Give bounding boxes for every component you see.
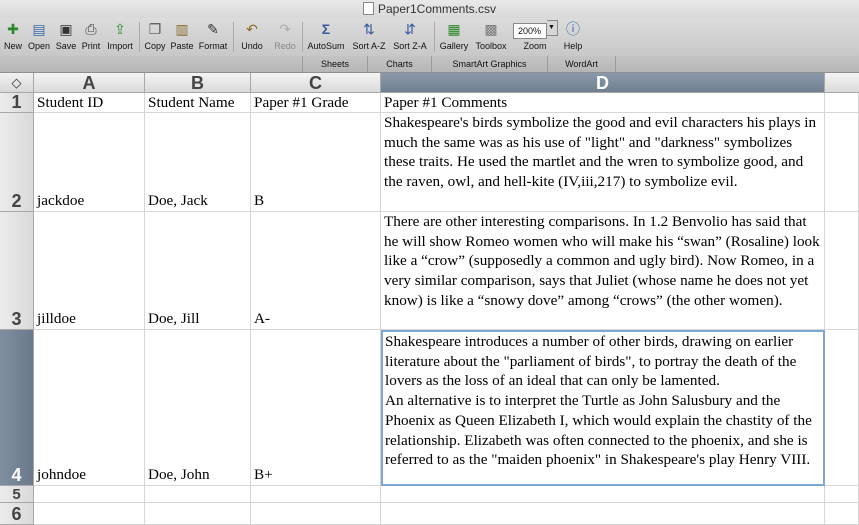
cell-a5[interactable] — [34, 486, 145, 503]
cell-d1[interactable]: Paper #1 Comments — [381, 93, 825, 113]
window-title-text: Paper1Comments.csv — [377, 2, 497, 16]
toolbar-separator — [302, 22, 303, 52]
row-header-2[interactable]: 2 — [0, 113, 34, 212]
cell-d5[interactable] — [381, 486, 825, 503]
cell-e2[interactable] — [825, 113, 859, 212]
open-icon: ▤ — [32, 21, 46, 37]
gallery-icon: ▦ — [447, 21, 461, 37]
select-all-icon: ◇ — [11, 75, 22, 90]
cell-e5[interactable] — [825, 486, 859, 503]
title-bar: Paper1Comments.csv — [0, 0, 859, 18]
cell-d2[interactable]: Shakespeare's birds symbolize the good a… — [381, 113, 825, 212]
cell-c2[interactable]: B — [251, 113, 381, 212]
import-icon: ⇪ — [114, 21, 126, 37]
cell-b1[interactable]: Student Name — [145, 93, 251, 113]
toolbox-button[interactable]: ▩ Toolbox — [473, 20, 509, 51]
row-header-3[interactable]: 3 — [0, 212, 34, 330]
tab-wordart[interactable]: WordArt — [547, 56, 616, 72]
redo-icon: ↷ — [279, 21, 291, 37]
help-icon: ⓘ — [566, 21, 580, 37]
toolbar-separator — [434, 22, 435, 52]
cell-c3[interactable]: A- — [251, 212, 381, 330]
row-header-4[interactable]: 4 — [0, 330, 34, 486]
cell-b6[interactable] — [145, 503, 251, 525]
column-header-e[interactable] — [825, 73, 859, 93]
sort-za-button[interactable]: ⇵ Sort Z-A — [390, 20, 430, 51]
paste-button[interactable]: ▥ Paste — [169, 20, 195, 51]
cell-b3[interactable]: Doe, Jill — [145, 212, 251, 330]
autosum-button[interactable]: Σ AutoSum — [304, 20, 348, 51]
cell-a3[interactable]: jilldoe — [34, 212, 145, 330]
print-icon: ⎙ — [85, 21, 97, 37]
cell-a1[interactable]: Student ID — [34, 93, 145, 113]
new-icon: ✚ — [7, 21, 19, 37]
zoom-control[interactable]: 200% ▼ Zoom — [512, 20, 558, 51]
tab-sheets[interactable]: Sheets — [302, 56, 368, 72]
cell-b2[interactable]: Doe, Jack — [145, 113, 251, 212]
row-header-6[interactable]: 6 — [0, 503, 34, 525]
print-button[interactable]: ⎙ Print — [79, 20, 103, 51]
sort-az-button[interactable]: ⇅ Sort A-Z — [349, 20, 389, 51]
gallery-button[interactable]: ▦ Gallery — [436, 20, 472, 51]
standard-toolbar: ✚ New ▤ Open ▣ Save ⎙ Print ⇪ Import ❐ Copy ▥ P… — [0, 18, 859, 56]
column-header-a[interactable]: A — [34, 73, 145, 93]
cell-c4[interactable]: B+ — [251, 330, 381, 486]
import-button[interactable]: ⇪ Import — [104, 20, 136, 51]
open-button[interactable]: ▤ Open — [26, 20, 52, 51]
tab-charts[interactable]: Charts — [367, 56, 432, 72]
spreadsheet-grid: ◇ A B C D 1 2 3 4 5 6 Student ID Student… — [0, 73, 859, 525]
excel-window: Paper1Comments.csv ✚ New ▤ Open ▣ Save ⎙ Pri… — [0, 0, 859, 525]
zoom-value[interactable]: 200% — [512, 23, 547, 39]
row-header-5[interactable]: 5 — [0, 486, 34, 503]
cell-e3[interactable] — [825, 212, 859, 330]
cell-a6[interactable] — [34, 503, 145, 525]
cell-a4[interactable]: johndoe — [34, 330, 145, 486]
cell-d4-active[interactable]: Shakespeare introduces a number of other… — [381, 330, 825, 486]
document-icon — [362, 2, 374, 15]
copy-icon: ❐ — [148, 21, 162, 37]
undo-button[interactable]: ↶ Undo — [236, 20, 268, 51]
new-button[interactable]: ✚ New — [2, 20, 24, 51]
select-all-corner[interactable]: ◇ — [0, 73, 34, 93]
row-header-1[interactable]: 1 — [0, 92, 34, 113]
cell-c5[interactable] — [251, 486, 381, 503]
save-icon: ▣ — [59, 21, 73, 37]
cell-e1[interactable] — [825, 93, 859, 113]
sort-za-icon: ⇵ — [404, 21, 416, 37]
autosum-icon: Σ — [321, 21, 331, 37]
help-button[interactable]: ⓘ Help — [560, 20, 586, 51]
window-title: Paper1Comments.csv — [0, 2, 859, 16]
column-header-b[interactable]: B — [145, 73, 251, 93]
paste-icon: ▥ — [175, 21, 189, 37]
redo-button[interactable]: ↷ Redo — [270, 20, 300, 51]
column-header-c[interactable]: C — [251, 73, 381, 93]
sort-az-icon: ⇅ — [363, 21, 375, 37]
cell-c1[interactable]: Paper #1 Grade — [251, 93, 381, 113]
ribbon-tabs: Sheets Charts SmartArt Graphics WordArt — [0, 56, 859, 73]
cell-e4[interactable] — [825, 330, 859, 486]
toolbox-icon: ▩ — [484, 21, 498, 37]
undo-icon: ↶ — [246, 21, 258, 37]
chevron-down-icon[interactable]: ▼ — [546, 20, 558, 36]
tab-smartart-graphics[interactable]: SmartArt Graphics — [431, 56, 548, 72]
cell-b5[interactable] — [145, 486, 251, 503]
cell-a2[interactable]: jackdoe — [34, 113, 145, 212]
format-button[interactable]: ✎ Format — [196, 20, 230, 51]
cell-d6[interactable] — [381, 503, 825, 525]
toolbar-separator — [139, 22, 140, 52]
cell-c6[interactable] — [251, 503, 381, 525]
column-header-d[interactable]: D — [381, 73, 825, 93]
zoom-field: 200% ▼ — [512, 20, 558, 39]
format-icon: ✎ — [207, 21, 219, 37]
cell-b4[interactable]: Doe, John — [145, 330, 251, 486]
copy-button[interactable]: ❐ Copy — [142, 20, 168, 51]
save-button[interactable]: ▣ Save — [54, 20, 78, 51]
cell-d3[interactable]: There are other interesting comparisons.… — [381, 212, 825, 330]
cell-e6[interactable] — [825, 503, 859, 525]
toolbar-separator — [233, 22, 234, 52]
